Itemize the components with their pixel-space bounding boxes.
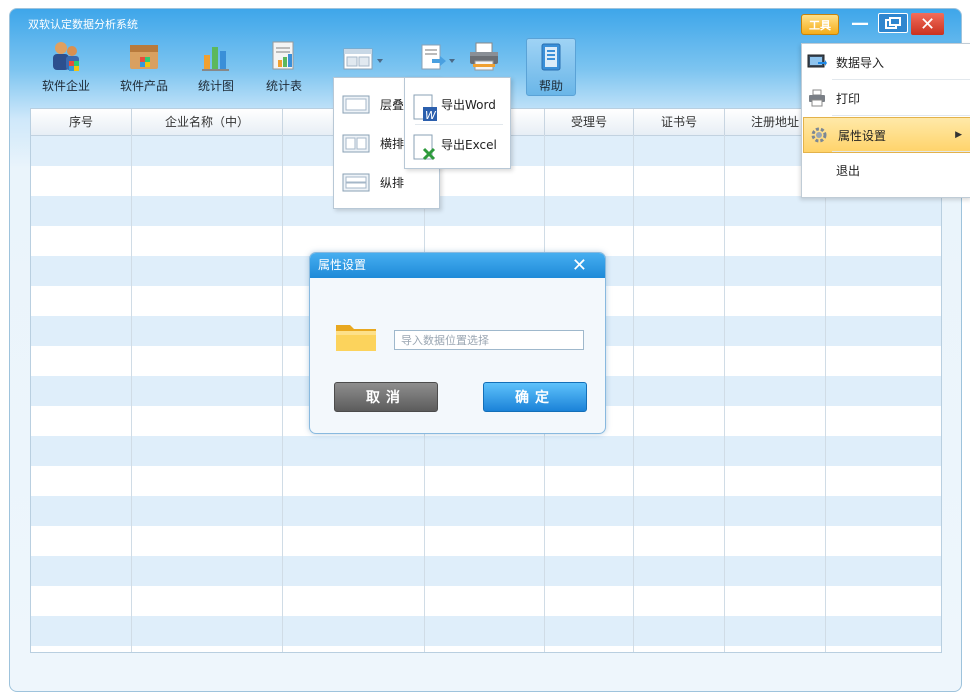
menu-item-cascade[interactable]: 层叠	[334, 90, 404, 118]
toolbar-label: 统计图	[197, 79, 234, 93]
menu-item-label: 纵排	[380, 175, 405, 190]
printer-icon	[467, 39, 501, 73]
toolbar-label: 统计表	[265, 79, 302, 93]
table-row[interactable]	[31, 196, 941, 226]
column-divider	[282, 135, 283, 652]
menu-item-label: 横排	[380, 136, 405, 151]
products-icon	[127, 39, 161, 73]
minimize-button[interactable]: —	[848, 13, 872, 34]
toolbar-label: 帮助	[538, 79, 563, 93]
table-row[interactable]	[31, 496, 941, 526]
table-row[interactable]	[31, 556, 941, 586]
gear-icon	[804, 126, 834, 144]
printer-icon	[802, 89, 832, 107]
table-row[interactable]	[31, 526, 941, 556]
bar-chart-icon	[199, 39, 233, 73]
menu-item-vertical[interactable]: 纵排	[334, 168, 404, 196]
restore-icon	[885, 17, 901, 29]
dialog-title-bar: 属性设置 ✕	[310, 253, 605, 278]
tools-menu: 数据导入 打印 属性设置 ▶ 退出	[801, 43, 970, 198]
tile-vertical-icon	[342, 171, 370, 193]
toolbar-statistics-table[interactable]: 统计表	[252, 39, 316, 94]
menu-item-property-settings[interactable]: 属性设置 ▶	[803, 117, 970, 153]
menu-item-exit[interactable]: 退出	[802, 153, 970, 187]
table-row[interactable]	[31, 436, 941, 466]
toolbar-label: 软件企业	[41, 79, 90, 93]
toolbar-label: 软件产品	[119, 79, 168, 93]
menu-item-label: 退出	[836, 163, 861, 178]
table-row[interactable]	[31, 646, 941, 652]
menu-item-label: 导出Excel	[441, 137, 497, 152]
dialog-title: 属性设置	[318, 258, 367, 272]
folder-icon[interactable]	[334, 319, 378, 356]
toolbar-layout[interactable]	[332, 39, 396, 77]
import-icon	[802, 53, 832, 71]
table-row[interactable]	[31, 616, 941, 646]
export-menu: W 导出Word 导出Excel	[404, 77, 511, 169]
table-row[interactable]	[31, 586, 941, 616]
column-divider	[633, 135, 634, 652]
close-button[interactable]: ✕	[911, 13, 944, 35]
restore-button[interactable]	[878, 13, 908, 33]
property-settings-dialog: 属性设置 ✕ 取消 确定	[309, 252, 606, 434]
toolbar-software-product[interactable]: 软件产品	[112, 39, 176, 94]
menu-item-label: 属性设置	[838, 128, 887, 143]
toolbar-statistics-chart[interactable]: 统计图	[184, 39, 248, 94]
window-title: 双软认定数据分析系统	[28, 18, 138, 31]
menu-item-label: 数据导入	[836, 55, 885, 70]
menu-item-label: 层叠	[380, 97, 405, 112]
toolbar-print[interactable]	[452, 39, 516, 77]
column-divider	[724, 135, 725, 652]
column-header-index[interactable]: 序号	[31, 109, 132, 135]
menu-item-print[interactable]: 打印	[802, 81, 970, 115]
dialog-close-icon[interactable]: ✕	[572, 253, 587, 278]
menu-item-data-import[interactable]: 数据导入	[802, 45, 970, 79]
tile-horizontal-icon	[342, 132, 370, 154]
data-location-input[interactable]	[394, 330, 584, 350]
layout-icon	[342, 39, 386, 73]
menu-separator	[832, 151, 970, 152]
report-icon	[267, 39, 301, 73]
menu-item-label: 导出Word	[441, 97, 496, 112]
column-header-certificate-no[interactable]: 证书号	[634, 109, 725, 135]
cancel-button[interactable]: 取消	[334, 382, 438, 412]
svg-text:W: W	[425, 109, 437, 122]
menu-item-label: 打印	[836, 91, 861, 106]
toolbar-help[interactable]: 帮助	[526, 38, 576, 96]
column-divider	[131, 135, 132, 652]
toolbar-software-company[interactable]: 软件企业	[34, 39, 98, 94]
ok-button[interactable]: 确定	[483, 382, 587, 412]
menu-separator	[832, 79, 970, 80]
cascade-icon	[342, 93, 370, 115]
column-header-company-name[interactable]: 企业名称（中）	[132, 109, 283, 135]
excel-document-icon	[411, 133, 437, 161]
table-row[interactable]	[31, 466, 941, 496]
word-document-icon: W	[411, 93, 437, 122]
tools-button[interactable]: 工具	[801, 14, 839, 35]
column-header-acceptance-no[interactable]: 受理号	[545, 109, 634, 135]
help-book-icon	[534, 41, 568, 75]
submenu-arrow-icon: ▶	[955, 130, 962, 140]
menu-separator	[415, 124, 503, 125]
menu-item-export-word[interactable]: W 导出Word	[405, 88, 496, 122]
menu-item-export-excel[interactable]: 导出Excel	[405, 128, 497, 161]
menu-separator	[832, 115, 970, 116]
menu-item-horizontal[interactable]: 横排	[334, 129, 404, 157]
column-divider	[825, 135, 826, 652]
users-icon	[49, 39, 83, 73]
